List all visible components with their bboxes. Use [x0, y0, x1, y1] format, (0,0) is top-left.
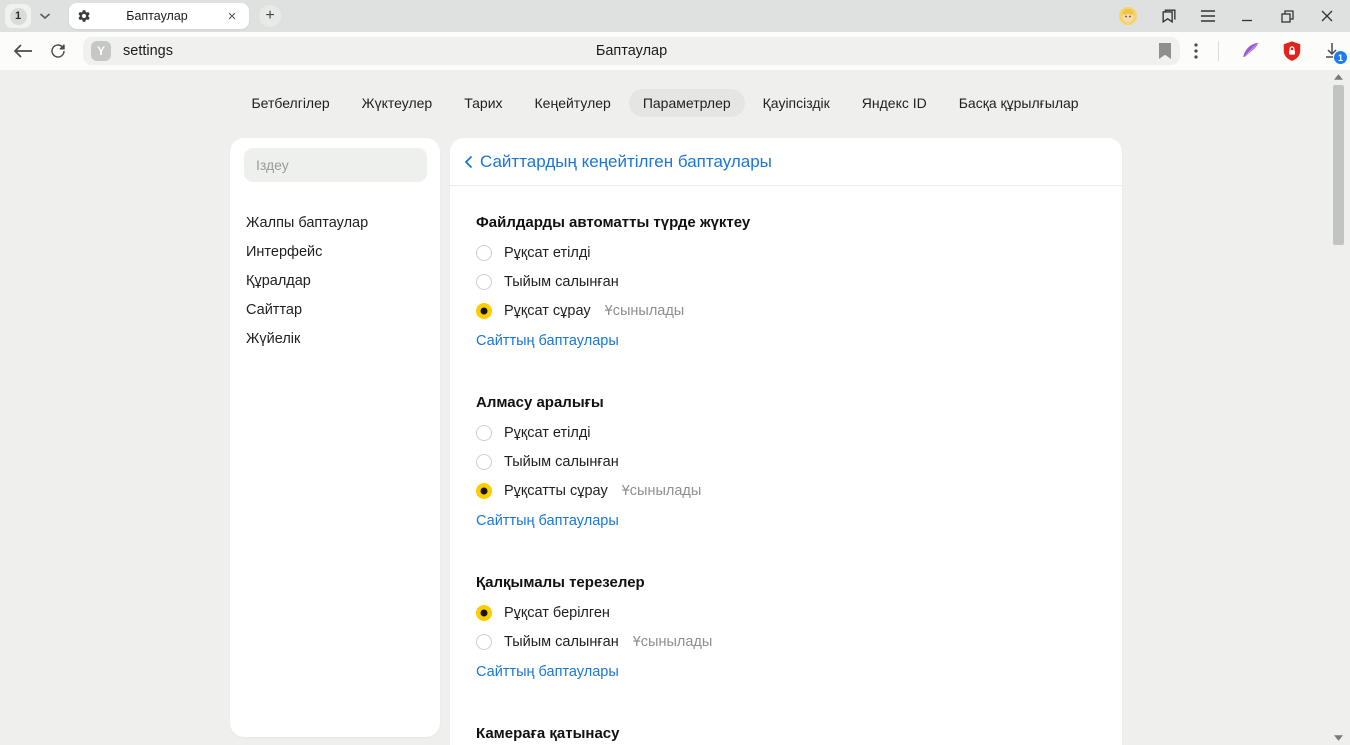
- radio-option[interactable]: Рұқсатты сұрау Ұсынылады: [476, 476, 1096, 505]
- section-title: Қалқымалы терезелер: [476, 574, 1096, 592]
- radio-icon[interactable]: [476, 454, 492, 470]
- section-clipboard: Алмасу аралығы Рұқсат етілді Тыйым салын…: [476, 394, 1096, 530]
- sidebar-list: Жалпы баптаулар Интерфейс Құралдар Сайтт…: [244, 208, 427, 353]
- nav-tab-downloads[interactable]: Жүктеулер: [348, 89, 447, 117]
- radio-icon[interactable]: [476, 303, 492, 319]
- radio-icon[interactable]: [476, 634, 492, 650]
- section-camera: Камераға қатынасу ov9734_azurewave_camer…: [476, 725, 1096, 745]
- tab-bar: 1 Баптаулар × +: [0, 0, 1350, 32]
- browser-tab[interactable]: Баптаулар ×: [69, 3, 249, 29]
- recommended-badge: Ұсынылады: [605, 303, 685, 319]
- close-window-button[interactable]: [1318, 7, 1336, 25]
- tab-title: Баптаулар: [91, 9, 223, 23]
- sidebar-item-interface[interactable]: Интерфейс: [244, 237, 427, 266]
- scroll-up-arrow[interactable]: [1334, 74, 1343, 80]
- address-toolbar: Y settings Баптаулар 1: [0, 32, 1350, 70]
- radio-option[interactable]: Рұқсат етілді: [476, 238, 1096, 267]
- tab-count: 1: [10, 8, 27, 25]
- sidebar-item-general[interactable]: Жалпы баптаулар: [244, 208, 427, 237]
- radio-option[interactable]: Тыйым салынған: [476, 267, 1096, 296]
- new-tab-button[interactable]: +: [259, 5, 281, 27]
- site-settings-link[interactable]: Сайттың баптаулары: [476, 513, 619, 529]
- nav-tab-history[interactable]: Тарих: [450, 89, 516, 117]
- protect-shield-icon[interactable]: [1281, 40, 1303, 62]
- toolbar-divider: [1218, 41, 1219, 61]
- nav-tab-extensions[interactable]: Кеңейтулер: [521, 89, 625, 117]
- nav-tab-other-devices[interactable]: Басқа құрылғылар: [945, 89, 1093, 117]
- page-scrollbar[interactable]: [1331, 70, 1346, 745]
- option-label: Тыйым салынған: [504, 634, 619, 650]
- nav-tab-settings[interactable]: Параметрлер: [629, 89, 745, 117]
- omnibox-more-button[interactable]: [1194, 43, 1198, 59]
- maximize-button[interactable]: [1278, 7, 1296, 25]
- sidebar-item-sites[interactable]: Сайттар: [244, 295, 427, 324]
- option-label: Рұқсат етілді: [504, 425, 591, 441]
- minimize-button[interactable]: [1238, 7, 1256, 25]
- radio-icon[interactable]: [476, 245, 492, 261]
- option-label: Рұқсат сұрау: [504, 303, 591, 319]
- reload-button[interactable]: [46, 39, 70, 63]
- option-label: Рұқсатты сұрау: [504, 483, 608, 499]
- page-title: Сайттардың кеңейтілген баптаулары: [480, 152, 772, 172]
- scroll-down-arrow[interactable]: [1334, 735, 1343, 741]
- nav-tab-bookmarks[interactable]: Бетбелгілер: [237, 89, 343, 117]
- menu-button[interactable]: [1200, 9, 1216, 23]
- extension-feather-icon[interactable]: [1239, 40, 1261, 62]
- settings-sidebar: Жалпы баптаулар Интерфейс Құралдар Сайтт…: [230, 138, 440, 737]
- sidebar-item-system[interactable]: Жүйелік: [244, 324, 427, 353]
- url-text: settings: [123, 43, 173, 59]
- section-popups: Қалқымалы терезелер Рұқсат берілген Тыйы…: [476, 574, 1096, 681]
- tab-list-chevron-button[interactable]: [31, 4, 59, 28]
- radio-option[interactable]: Рұқсат сұрау Ұсынылады: [476, 296, 1096, 325]
- section-title: Алмасу аралығы: [476, 394, 1096, 412]
- radio-option[interactable]: Тыйым салынған Ұсынылады: [476, 627, 1096, 656]
- bookmark-flag-icon[interactable]: [1158, 43, 1172, 59]
- nav-tab-security[interactable]: Қауіпсіздік: [749, 89, 844, 117]
- option-label: Тыйым салынған: [504, 274, 619, 290]
- recommended-badge: Ұсынылады: [622, 483, 702, 499]
- gear-icon: [77, 9, 91, 23]
- recommended-badge: Ұсынылады: [633, 634, 713, 650]
- scrollbar-thumb[interactable]: [1333, 85, 1344, 245]
- site-favicon: Y: [91, 41, 111, 61]
- bookmarks-panel-button[interactable]: [1160, 7, 1178, 25]
- radio-icon[interactable]: [476, 605, 492, 621]
- address-bar[interactable]: Y settings Баптаулар: [83, 37, 1180, 65]
- search-input[interactable]: [244, 148, 427, 182]
- downloads-button[interactable]: 1: [1323, 42, 1341, 60]
- chevron-down-icon: [39, 12, 51, 20]
- option-label: Рұқсат берілген: [504, 605, 610, 621]
- section-title: Камераға қатынасу: [476, 725, 1096, 743]
- download-count-badge: 1: [1334, 51, 1347, 64]
- section-auto-download: Файлдарды автоматты түрде жүктеу Рұқсат …: [476, 214, 1096, 350]
- section-title: Файлдарды автоматты түрде жүктеу: [476, 214, 1096, 232]
- option-label: Рұқсат етілді: [504, 245, 591, 261]
- tab-close-button[interactable]: ×: [223, 7, 241, 25]
- omnibox-page-title: Баптаулар: [596, 43, 667, 59]
- option-label: Тыйым салынған: [504, 454, 619, 470]
- site-settings-link[interactable]: Сайттың баптаулары: [476, 333, 619, 349]
- radio-icon[interactable]: [476, 425, 492, 441]
- radio-option[interactable]: Рұқсат берілген: [476, 598, 1096, 627]
- back-button[interactable]: [11, 39, 35, 63]
- nav-tab-yandex-id[interactable]: Яндекс ID: [848, 89, 941, 117]
- radio-option[interactable]: Рұқсат етілді: [476, 418, 1096, 447]
- site-settings-link[interactable]: Сайттың баптаулары: [476, 664, 619, 680]
- profile-avatar[interactable]: [1118, 6, 1138, 26]
- radio-option[interactable]: Тыйым салынған: [476, 447, 1096, 476]
- browser-window: 1 Баптаулар × +: [0, 0, 1350, 745]
- tab-counter-button[interactable]: 1: [5, 4, 31, 28]
- page-heading-row[interactable]: Сайттардың кеңейтілген баптаулары: [450, 138, 1122, 186]
- radio-icon[interactable]: [476, 483, 492, 499]
- radio-icon[interactable]: [476, 274, 492, 290]
- settings-main-panel: Сайттардың кеңейтілген баптаулары Файлда…: [450, 138, 1122, 745]
- settings-nav-tabs: Бетбелгілер Жүктеулер Тарих Кеңейтулер П…: [0, 89, 1330, 117]
- back-chevron-icon[interactable]: [464, 155, 473, 169]
- sidebar-item-tools[interactable]: Құралдар: [244, 266, 427, 295]
